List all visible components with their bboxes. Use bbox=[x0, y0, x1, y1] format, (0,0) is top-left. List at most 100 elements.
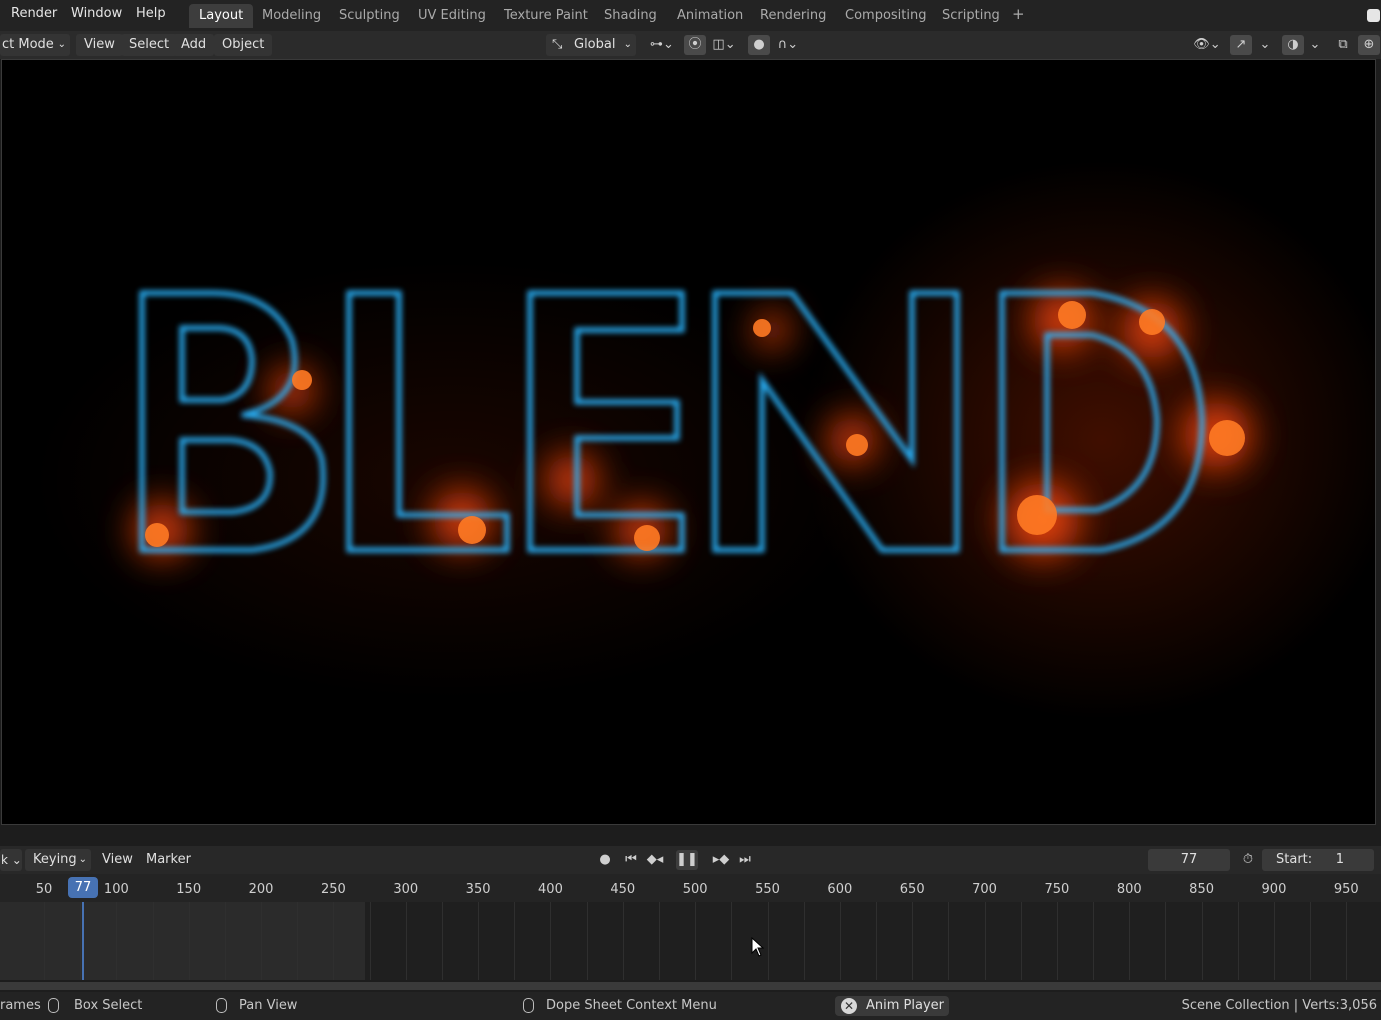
top-menu-bar: Render Window Help Layout Modeling Sculp… bbox=[0, 0, 1381, 31]
grid-line bbox=[44, 902, 45, 980]
ruler-tick: 850 bbox=[1189, 882, 1215, 897]
frame-ruler[interactable]: 50 100 150 200 250 300 350 400 450 500 550 600 650 70… bbox=[0, 874, 1381, 902]
grid-line bbox=[442, 902, 443, 980]
stopwatch-icon[interactable]: ⏱ bbox=[1237, 850, 1259, 870]
ruler-tick: 700 bbox=[972, 882, 997, 897]
mouse-left-icon bbox=[48, 998, 59, 1013]
tab-uv-editing[interactable]: UV Editing bbox=[408, 4, 496, 28]
menu-help[interactable]: Help bbox=[136, 6, 166, 21]
falloff-icon[interactable]: ∩⌄ bbox=[772, 35, 804, 55]
snap-icon[interactable]: ⦿ bbox=[684, 35, 706, 55]
3d-viewport[interactable] bbox=[1, 59, 1376, 825]
next-keyframe-icon[interactable]: ▸◆ bbox=[710, 850, 732, 870]
prev-keyframe-icon[interactable]: ◆◂ bbox=[644, 850, 666, 870]
add-menu[interactable]: Add bbox=[173, 34, 215, 56]
grid-line bbox=[1129, 902, 1130, 980]
ruler-tick: 100 bbox=[103, 882, 129, 897]
grid-line bbox=[731, 902, 732, 980]
grid-line bbox=[370, 902, 371, 980]
tab-sculpting[interactable]: Sculpting bbox=[329, 4, 410, 28]
grid-line bbox=[1021, 902, 1022, 980]
xray-icon[interactable]: ⧉ bbox=[1332, 35, 1354, 55]
overlays-icon[interactable]: ◑ bbox=[1282, 35, 1304, 55]
grid-line bbox=[1165, 902, 1166, 980]
mouse-right-icon bbox=[523, 998, 534, 1013]
tab-shading[interactable]: Shading bbox=[594, 4, 667, 28]
mouse-middle-icon bbox=[216, 998, 227, 1013]
mode-dropdown[interactable]: ct Mode ⌄ bbox=[0, 34, 70, 56]
add-workspace-button[interactable]: + bbox=[1012, 5, 1025, 23]
chevron-down-icon[interactable]: ⌄ bbox=[1304, 35, 1326, 55]
start-label: Start: bbox=[1276, 852, 1313, 867]
proportional-edit-icon[interactable]: ● bbox=[748, 35, 770, 55]
orientation-dropdown[interactable]: ⤡ Global ⌄ bbox=[546, 34, 636, 56]
current-frame-field[interactable]: 77 bbox=[1148, 849, 1230, 871]
status-pan-view: Pan View bbox=[239, 998, 298, 1013]
anim-player-label: Anim Player bbox=[866, 998, 944, 1013]
viewport-header: ct Mode ⌄ View Select Add Object ⤡ Globa… bbox=[0, 31, 1381, 59]
playhead-indicator[interactable]: 77 bbox=[68, 877, 99, 898]
wireframe-shading-icon[interactable]: ⊕ bbox=[1358, 35, 1380, 55]
grid-line bbox=[550, 902, 551, 980]
grid-line bbox=[478, 902, 479, 980]
snap-target-icon[interactable]: ◫⌄ bbox=[708, 35, 740, 55]
keying-label: Keying bbox=[33, 852, 77, 867]
grid-line bbox=[659, 902, 660, 980]
ruler-tick: 600 bbox=[827, 882, 853, 897]
start-frame-field[interactable]: Start: 1 bbox=[1262, 849, 1374, 871]
chevron-down-icon: k ⌄ bbox=[1, 853, 22, 867]
keying-dropdown[interactable]: Keying ⌄ bbox=[25, 849, 91, 871]
close-icon[interactable]: ✕ bbox=[841, 998, 857, 1014]
orientation-label: Global bbox=[574, 37, 616, 52]
grid-line bbox=[189, 902, 190, 980]
ruler-tick: 500 bbox=[682, 882, 708, 897]
record-icon[interactable]: ● bbox=[594, 850, 616, 870]
view-menu[interactable]: View bbox=[76, 34, 123, 56]
ruler-tick: 200 bbox=[248, 882, 274, 897]
tab-compositing[interactable]: Compositing bbox=[835, 4, 937, 28]
object-menu[interactable]: Object bbox=[214, 34, 273, 56]
editor-type-dropdown[interactable]: k ⌄ bbox=[0, 849, 22, 871]
timeline-view-menu[interactable]: View bbox=[94, 849, 141, 871]
grid-line bbox=[1093, 902, 1094, 980]
grid-line bbox=[623, 902, 624, 980]
tab-animation[interactable]: Animation bbox=[667, 4, 753, 28]
marker-menu[interactable]: Marker bbox=[138, 849, 199, 871]
timeline-scrollbar[interactable] bbox=[0, 982, 1381, 990]
chevron-down-icon: ⌄ bbox=[623, 39, 632, 50]
pause-icon[interactable]: ❚❚ bbox=[676, 850, 698, 870]
chevron-down-icon[interactable]: ⌄ bbox=[1254, 35, 1276, 55]
grid-line bbox=[985, 902, 986, 980]
ruler-tick: 900 bbox=[1261, 882, 1287, 897]
frame-range-region bbox=[0, 902, 365, 980]
tab-texture-paint[interactable]: Texture Paint bbox=[494, 4, 598, 28]
grid-line bbox=[804, 902, 805, 980]
jump-start-icon[interactable]: ⏮ bbox=[620, 850, 642, 870]
gizmo-icon[interactable]: ↗ bbox=[1230, 35, 1252, 55]
mouse-cursor-icon bbox=[751, 936, 765, 961]
menu-window[interactable]: Window bbox=[71, 6, 122, 21]
ruler-tick: 750 bbox=[1044, 882, 1070, 897]
pivot-point-icon[interactable]: ⊶⌄ bbox=[646, 35, 678, 55]
select-menu[interactable]: Select bbox=[121, 34, 178, 56]
grid-line bbox=[261, 902, 262, 980]
grid-line bbox=[153, 902, 154, 980]
jump-end-icon[interactable]: ⏭ bbox=[734, 850, 756, 870]
visibility-icon[interactable]: 👁⌄ bbox=[1190, 35, 1224, 55]
tab-rendering[interactable]: Rendering bbox=[750, 4, 836, 28]
grid-line bbox=[587, 902, 588, 980]
scene-icon[interactable] bbox=[1364, 6, 1380, 24]
ruler-tick: 650 bbox=[899, 882, 925, 897]
ruler-tick: 550 bbox=[755, 882, 780, 897]
tab-scripting[interactable]: Scripting bbox=[932, 4, 1010, 28]
grid-line bbox=[912, 902, 913, 980]
menu-render[interactable]: Render bbox=[11, 6, 57, 21]
tab-layout[interactable]: Layout bbox=[189, 4, 254, 28]
grid-line bbox=[1202, 902, 1203, 980]
grid-line bbox=[1057, 902, 1058, 980]
ruler-tick: 400 bbox=[538, 882, 563, 897]
grid-line bbox=[406, 902, 407, 980]
tab-modeling[interactable]: Modeling bbox=[252, 4, 331, 28]
anim-player-button[interactable]: ✕ Anim Player bbox=[835, 996, 949, 1016]
start-value: 1 bbox=[1335, 852, 1344, 867]
